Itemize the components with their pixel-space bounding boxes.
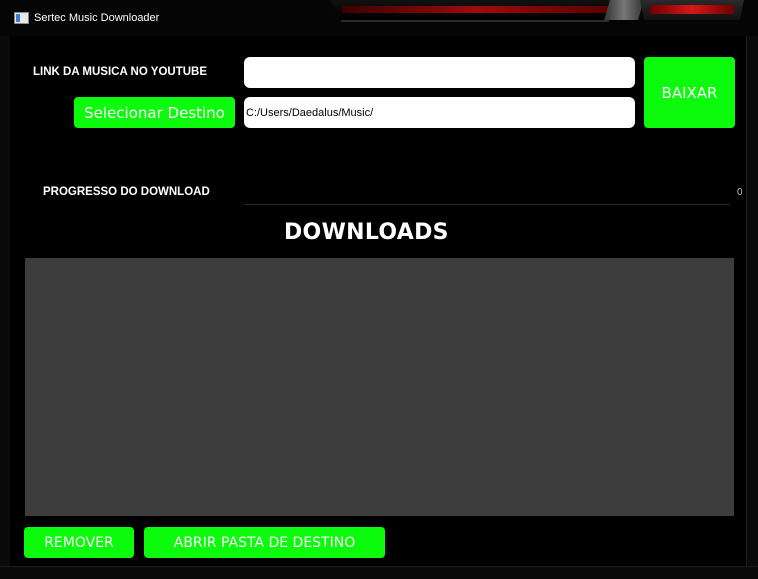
destination-path-input[interactable]	[244, 97, 635, 128]
window-frame-right	[746, 36, 758, 578]
app-icon	[14, 12, 29, 24]
window-frame-bottom	[0, 566, 758, 579]
progress-value: 0	[737, 187, 743, 198]
select-destination-button[interactable]: Selecionar Destino	[74, 97, 235, 128]
baixar-button[interactable]: BAIXAR	[644, 57, 735, 128]
download-progress-bar	[244, 204, 730, 205]
remover-button[interactable]: REMOVER	[24, 527, 134, 558]
title-bar: Sertec Music Downloader	[0, 0, 758, 36]
youtube-link-input[interactable]	[244, 57, 635, 88]
window-frame-left	[0, 36, 10, 578]
chrome-decoration	[604, 0, 644, 20]
progress-label: PROGRESSO DO DOWNLOAD	[43, 186, 210, 198]
chrome-decoration	[330, 0, 620, 22]
window-title: Sertec Music Downloader	[34, 12, 160, 24]
downloads-heading: DOWNLOADS	[284, 220, 449, 245]
chrome-decoration	[640, 0, 744, 20]
downloads-list[interactable]	[25, 258, 734, 516]
link-label: LINK DA MUSICA NO YOUTUBE	[33, 66, 207, 78]
open-destination-folder-button[interactable]: ABRIR PASTA DE DESTINO	[144, 527, 385, 558]
